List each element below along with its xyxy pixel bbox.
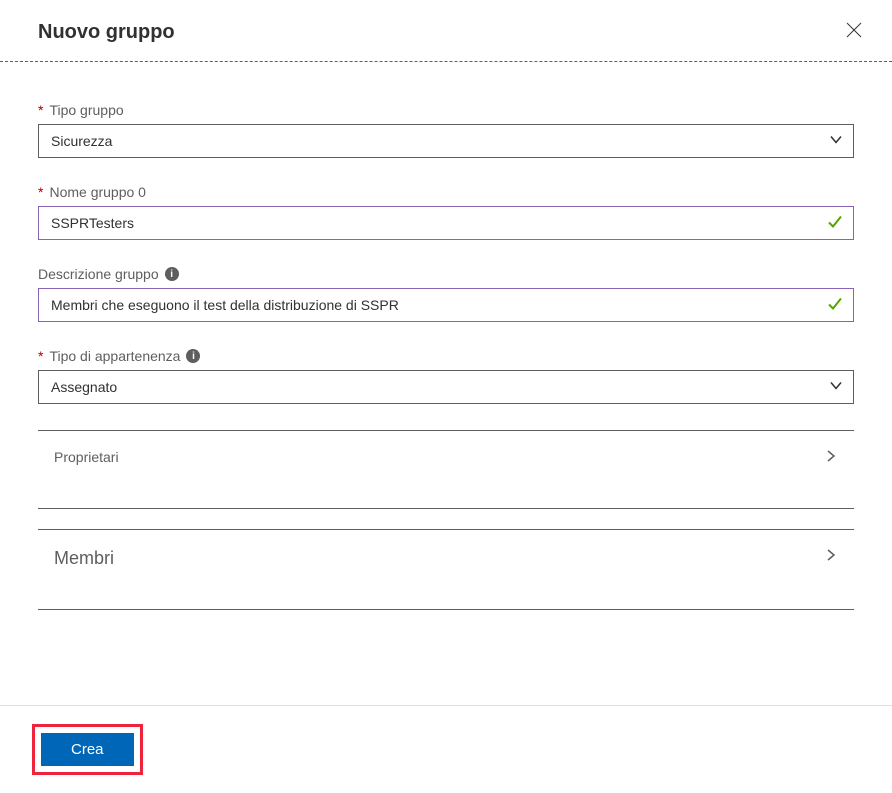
group-description-input[interactable]: Membri che eseguono il test della distri… bbox=[38, 288, 854, 322]
owners-label: Proprietari bbox=[54, 449, 119, 465]
select-value: Sicurezza bbox=[51, 133, 112, 149]
chevron-right-icon bbox=[824, 449, 838, 468]
members-label: Membri bbox=[54, 548, 114, 569]
checkmark-icon bbox=[827, 214, 843, 233]
input-value: SSPRTesters bbox=[51, 215, 134, 231]
chevron-right-icon bbox=[824, 548, 838, 567]
field-group-description: Descrizione gruppo i Membri che eseguono… bbox=[38, 266, 854, 322]
owners-section[interactable]: Proprietari bbox=[38, 430, 854, 509]
group-type-select[interactable]: Sicurezza bbox=[38, 124, 854, 158]
chevron-down-icon bbox=[829, 133, 843, 150]
label-text: Tipo gruppo bbox=[49, 102, 123, 118]
form-content: * Tipo gruppo Sicurezza * Nome gruppo 0 … bbox=[0, 62, 892, 630]
field-group-name: * Nome gruppo 0 SSPRTesters bbox=[38, 184, 854, 240]
panel-footer: Crea bbox=[0, 705, 892, 793]
close-icon bbox=[846, 25, 862, 42]
select-value: Assegnato bbox=[51, 379, 117, 395]
group-type-label: * Tipo gruppo bbox=[38, 102, 854, 118]
info-icon[interactable]: i bbox=[186, 349, 200, 363]
group-name-label: * Nome gruppo 0 bbox=[38, 184, 854, 200]
members-section[interactable]: Membri bbox=[38, 529, 854, 610]
label-text: Nome gruppo 0 bbox=[49, 184, 146, 200]
required-indicator: * bbox=[38, 102, 43, 118]
info-icon[interactable]: i bbox=[165, 267, 179, 281]
panel-header: Nuovo gruppo bbox=[0, 0, 892, 61]
group-description-label: Descrizione gruppo i bbox=[38, 266, 854, 282]
label-text: Descrizione gruppo bbox=[38, 266, 159, 282]
create-button[interactable]: Crea bbox=[41, 733, 134, 766]
close-button[interactable] bbox=[842, 18, 866, 47]
field-membership-type: * Tipo di appartenenza i Assegnato bbox=[38, 348, 854, 404]
checkmark-icon bbox=[827, 296, 843, 315]
chevron-down-icon bbox=[829, 379, 843, 396]
field-group-type: * Tipo gruppo Sicurezza bbox=[38, 102, 854, 158]
required-indicator: * bbox=[38, 348, 43, 364]
membership-type-label: * Tipo di appartenenza i bbox=[38, 348, 854, 364]
membership-type-select[interactable]: Assegnato bbox=[38, 370, 854, 404]
create-button-highlight: Crea bbox=[32, 724, 143, 775]
required-indicator: * bbox=[38, 184, 43, 200]
input-value: Membri che eseguono il test della distri… bbox=[51, 297, 399, 313]
panel-title: Nuovo gruppo bbox=[38, 21, 175, 44]
label-text: Tipo di appartenenza bbox=[49, 348, 180, 364]
group-name-input[interactable]: SSPRTesters bbox=[38, 206, 854, 240]
